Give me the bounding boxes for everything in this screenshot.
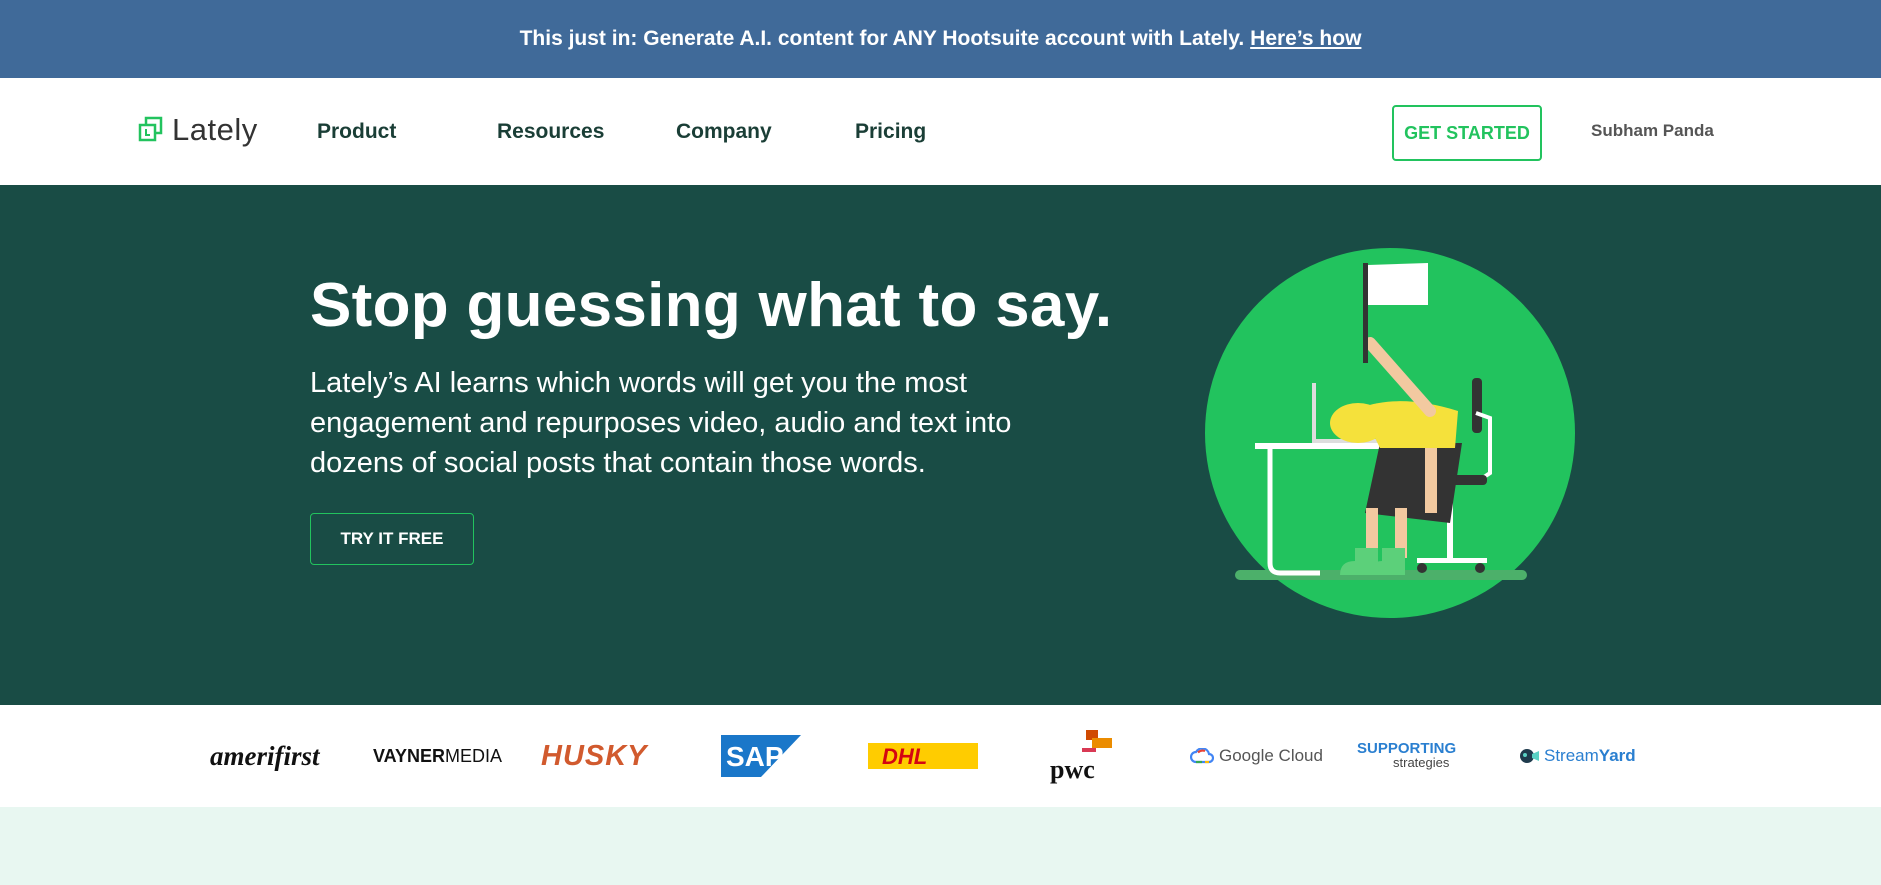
try-free-button[interactable]: TRY IT FREE (310, 513, 474, 565)
strategies-text: strategies (1393, 755, 1450, 770)
hero-title: Stop guessing what to say. (310, 271, 1113, 340)
sap-logo: SAP (721, 705, 801, 807)
husky-logo: HUSKY (541, 739, 648, 772)
laptop-screen (1312, 383, 1316, 443)
person-hair (1330, 403, 1386, 443)
brand-name: Lately (172, 112, 258, 147)
dhl-logo: DHL (868, 705, 978, 807)
user-name[interactable]: Subham Panda (1591, 121, 1714, 141)
streamyard-logo: Stream Yard (1518, 705, 1636, 807)
person-forearm (1425, 448, 1437, 513)
flag-icon (1368, 263, 1428, 305)
chair-back (1472, 378, 1482, 433)
nav-resources[interactable]: Resources (497, 120, 604, 144)
announcement-text: This just in: Generate A.I. content for … (519, 27, 1245, 50)
brand-logo[interactable]: Lately (138, 112, 258, 148)
flag-pole (1363, 263, 1368, 363)
chair-base (1417, 558, 1487, 563)
vayner-bold-text: VAYNER (373, 745, 446, 766)
supporting-strategies-logo: SUPPORTING strategies (1357, 705, 1456, 807)
next-section-band (0, 807, 1881, 885)
desk-top (1255, 443, 1390, 449)
nav-product[interactable]: Product (317, 120, 396, 144)
pwc-text: pwc (1050, 755, 1095, 784)
google-cloud-logo: Google Cloud (1190, 705, 1323, 807)
nav-company[interactable]: Company (676, 120, 772, 144)
hero-section: Stop guessing what to say. Lately’s AI l… (0, 185, 1881, 705)
site-header: Lately Product Resources Company Pricing… (0, 78, 1881, 185)
vayner-light-text: MEDIA (445, 745, 503, 766)
amerifirst-logo: amerifirst (210, 740, 320, 771)
google-cloud-text: Google Cloud (1219, 746, 1323, 765)
chair-wheel (1417, 563, 1427, 573)
hero-subtitle: Lately’s AI learns which words will get … (310, 367, 1012, 479)
dhl-text: DHL (882, 744, 927, 769)
client-logos-strip: amerifirst VAYNER MEDIA HUSKY SAP DHL pwc… (0, 705, 1881, 807)
streamyard-text-2: Yard (1598, 746, 1636, 765)
streamyard-text-1: Stream (1544, 746, 1599, 765)
announcement-link[interactable]: Here’s how (1250, 27, 1361, 51)
streamyard-icon (1520, 749, 1539, 763)
supporting-text: SUPPORTING (1357, 740, 1457, 757)
cloud-icon (1190, 748, 1214, 764)
vaynermedia-logo: VAYNER MEDIA (373, 705, 502, 807)
announcement-bar: This just in: Generate A.I. content for … (0, 0, 1881, 78)
get-started-button[interactable]: GET STARTED (1392, 105, 1542, 161)
lately-logo-icon (138, 116, 163, 142)
sap-text: SAP (726, 741, 784, 772)
chair-wheel (1475, 563, 1485, 573)
hero-illustration (1205, 248, 1575, 618)
pwc-logo: pwc (1048, 705, 1128, 807)
nav-pricing[interactable]: Pricing (855, 120, 926, 144)
person-skirt (1365, 443, 1462, 523)
